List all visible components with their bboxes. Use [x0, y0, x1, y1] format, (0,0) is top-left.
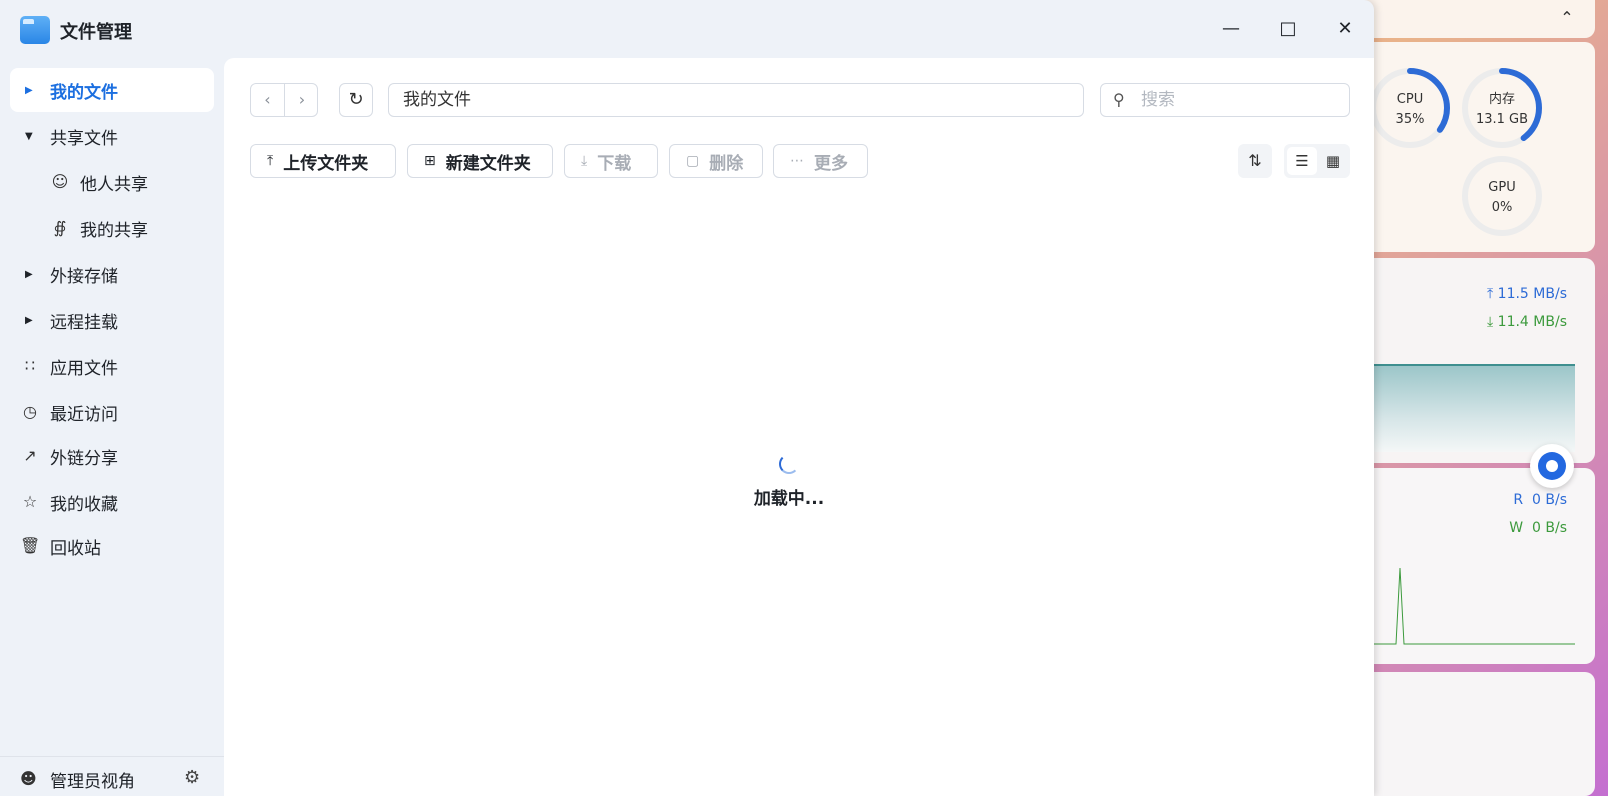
star-icon: ☆ — [22, 492, 38, 511]
file-manager-window: 文件管理 — □ ✕ ▶ 我的文件 ▼ 共享文件 ☺ 他人共享 ∯ 我的共享 ▶… — [0, 0, 1374, 796]
network-upload: ⤒ 11.5 MB/s — [1487, 286, 1567, 302]
maximize-button[interactable]: □ — [1276, 17, 1300, 41]
new-folder-button[interactable]: ⊞ 新建文件夹 — [407, 144, 553, 178]
trash-icon: ▢ — [686, 153, 700, 169]
loading-text: 加载中... — [753, 489, 825, 509]
sidebar: ▶ 我的文件 ▼ 共享文件 ☺ 他人共享 ∯ 我的共享 ▶ 外接存储 ▶ 远程挂… — [0, 58, 224, 796]
gpu-value: 0% — [1491, 200, 1513, 215]
upload-arrow-icon: ⤒ — [1487, 286, 1494, 302]
floating-assistant-button[interactable] — [1530, 444, 1574, 488]
forward-button[interactable]: › — [285, 84, 319, 116]
cpu-label: CPU — [1396, 92, 1424, 107]
download-icon: ⤓ — [581, 153, 588, 169]
search-input[interactable] — [1141, 88, 1341, 112]
sidebar-item-shared-with-me[interactable]: ☺ 他人共享 — [10, 160, 214, 204]
sidebar-item-link-shares[interactable]: ↗ 外链分享 — [10, 434, 214, 478]
sidebar-item-favorites[interactable]: ☆ 我的收藏 — [10, 480, 214, 524]
download-button[interactable]: ⤓ 下载 — [564, 144, 658, 178]
sidebar-footer: ☻ 管理员视角 ⚙ — [0, 756, 224, 796]
sidebar-item-external-storage[interactable]: ▶ 外接存储 — [10, 252, 214, 296]
more-button[interactable]: ⋯ 更多 — [773, 144, 868, 178]
close-button[interactable]: ✕ — [1333, 17, 1357, 41]
loading-indicator: 加载中... — [724, 454, 854, 509]
collapse-up-icon[interactable]: ⌃ — [1557, 8, 1577, 28]
admin-user-icon: ☻ — [20, 769, 37, 788]
spinner-icon — [779, 454, 799, 474]
sidebar-item-my-shares[interactable]: ∯ 我的共享 — [10, 206, 214, 250]
gpu-label: GPU — [1488, 180, 1516, 195]
main-content: ‹ › ↻ 我的文件 ⚲ ⤒ 上传文件夹 ⊞ 新建文件夹 ⤓ 下载 ▢ 删除 ⋯… — [224, 58, 1374, 796]
memory-ring: 内存 13.1 GB — [1460, 66, 1544, 150]
users-icon: ☺ — [51, 172, 69, 191]
expand-arrow-icon: ▶ — [25, 314, 33, 326]
upload-folder-button[interactable]: ⤒ 上传文件夹 — [250, 144, 396, 178]
disk-write: W 0 B/s — [1509, 520, 1567, 536]
grid-view-icon[interactable]: ▦ — [1318, 147, 1348, 175]
more-dots-icon: ⋯ — [790, 153, 804, 169]
upload-icon: ⤒ — [267, 153, 274, 169]
cpu-value: 35% — [1395, 112, 1425, 127]
view-mode-toggle: ☰ ▦ — [1284, 144, 1350, 178]
sidebar-item-recent[interactable]: ◷ 最近访问 — [10, 390, 214, 434]
cpu-ring: CPU 35% — [1368, 66, 1452, 150]
folder-app-icon — [20, 16, 50, 44]
download-arrow-icon: ⤓ — [1487, 314, 1494, 330]
minimize-button[interactable]: — — [1219, 17, 1243, 41]
collapse-arrow-icon: ▼ — [25, 130, 33, 142]
search-box: ⚲ — [1100, 83, 1350, 117]
gear-icon[interactable]: ⚙ — [184, 767, 200, 788]
back-button[interactable]: ‹ — [251, 84, 285, 116]
gpu-ring: GPU 0% — [1460, 154, 1544, 238]
history-nav: ‹ › — [250, 83, 318, 117]
sidebar-item-my-files[interactable]: ▶ 我的文件 — [10, 68, 214, 112]
external-link-icon: ↗ — [23, 446, 37, 465]
list-view-icon[interactable]: ☰ — [1287, 147, 1317, 175]
window-title: 文件管理 — [60, 22, 132, 43]
expand-arrow-icon: ▶ — [25, 268, 33, 280]
trash-icon: 🗑 — [20, 536, 41, 555]
disk-read: R 0 B/s — [1513, 492, 1567, 508]
sidebar-item-remote-mount[interactable]: ▶ 远程挂载 — [10, 298, 214, 342]
new-folder-icon: ⊞ — [424, 153, 436, 169]
share-icon: ∯ — [53, 218, 67, 237]
search-icon: ⚲ — [1113, 90, 1125, 109]
expand-arrow-icon: ▶ — [25, 84, 33, 96]
sort-button[interactable]: ⇅ — [1238, 144, 1272, 178]
admin-view-toggle[interactable]: 管理员视角 — [50, 767, 135, 792]
titlebar: 文件管理 — □ ✕ — [0, 0, 1374, 58]
sidebar-item-shared-files[interactable]: ▼ 共享文件 — [10, 114, 214, 158]
sidebar-item-app-files[interactable]: ∷ 应用文件 — [10, 344, 214, 388]
network-download: ⤓ 11.4 MB/s — [1487, 314, 1567, 330]
memory-label: 内存 — [1488, 92, 1515, 107]
delete-button[interactable]: ▢ 删除 — [669, 144, 763, 178]
apps-grid-icon: ∷ — [24, 356, 36, 375]
sidebar-item-recycle-bin[interactable]: 🗑 回收站 — [10, 524, 214, 568]
refresh-button[interactable]: ↻ — [339, 83, 373, 117]
memory-value: 13.1 GB — [1475, 112, 1529, 127]
path-input[interactable]: 我的文件 — [388, 83, 1084, 117]
clock-icon: ◷ — [23, 402, 37, 421]
